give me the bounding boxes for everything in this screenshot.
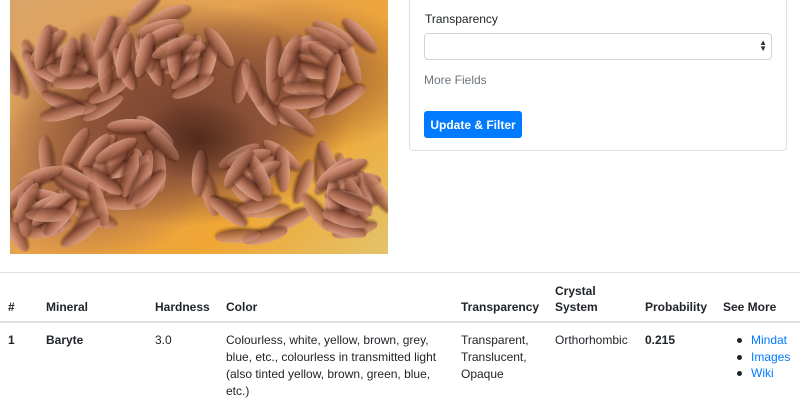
header-probability: Probability [645, 300, 708, 314]
header-transparency: Transparency [461, 300, 540, 314]
transparency-select[interactable]: ▲ ▼ [424, 33, 772, 60]
more-fields-link[interactable]: More Fields [424, 73, 487, 87]
wiki-link[interactable]: Wiki [751, 366, 774, 380]
row-crystal-system: Orthorhombic [555, 333, 628, 347]
row-hardness: 3.0 [155, 333, 172, 347]
mindat-link[interactable]: Mindat [751, 333, 787, 347]
row-rank: 1 [8, 333, 15, 347]
update-filter-button[interactable]: Update & Filter [424, 111, 522, 138]
see-more-links: Mindat Images Wiki [735, 332, 790, 382]
header-crystal-system: Crystal System [555, 284, 598, 314]
see-more-item: Images [735, 349, 790, 366]
row-probability: 0.215 [645, 333, 676, 347]
see-more-item: Mindat [735, 332, 790, 349]
row-color: Colourless, white, yellow, brown, grey, … [226, 333, 437, 398]
row-mineral: Baryte [46, 333, 84, 347]
see-more-item: Wiki [735, 365, 790, 382]
table-header: # Mineral Hardness Color Transparency Cr… [0, 272, 800, 323]
filter-panel: Transparency ▲ ▼ More Fields Update & Fil… [409, 0, 787, 151]
select-caret-icon: ▲ ▼ [759, 38, 767, 53]
row-transparency: Transparent, Translucent, Opaque [461, 333, 529, 381]
header-hardness: Hardness [155, 300, 210, 314]
header-see-more: See More [723, 300, 777, 314]
images-link[interactable]: Images [751, 350, 790, 364]
header-rank: # [8, 300, 15, 314]
transparency-label: Transparency [425, 12, 498, 26]
header-mineral: Mineral [46, 300, 89, 314]
mineral-photo [10, 0, 388, 254]
header-color: Color [226, 300, 258, 314]
